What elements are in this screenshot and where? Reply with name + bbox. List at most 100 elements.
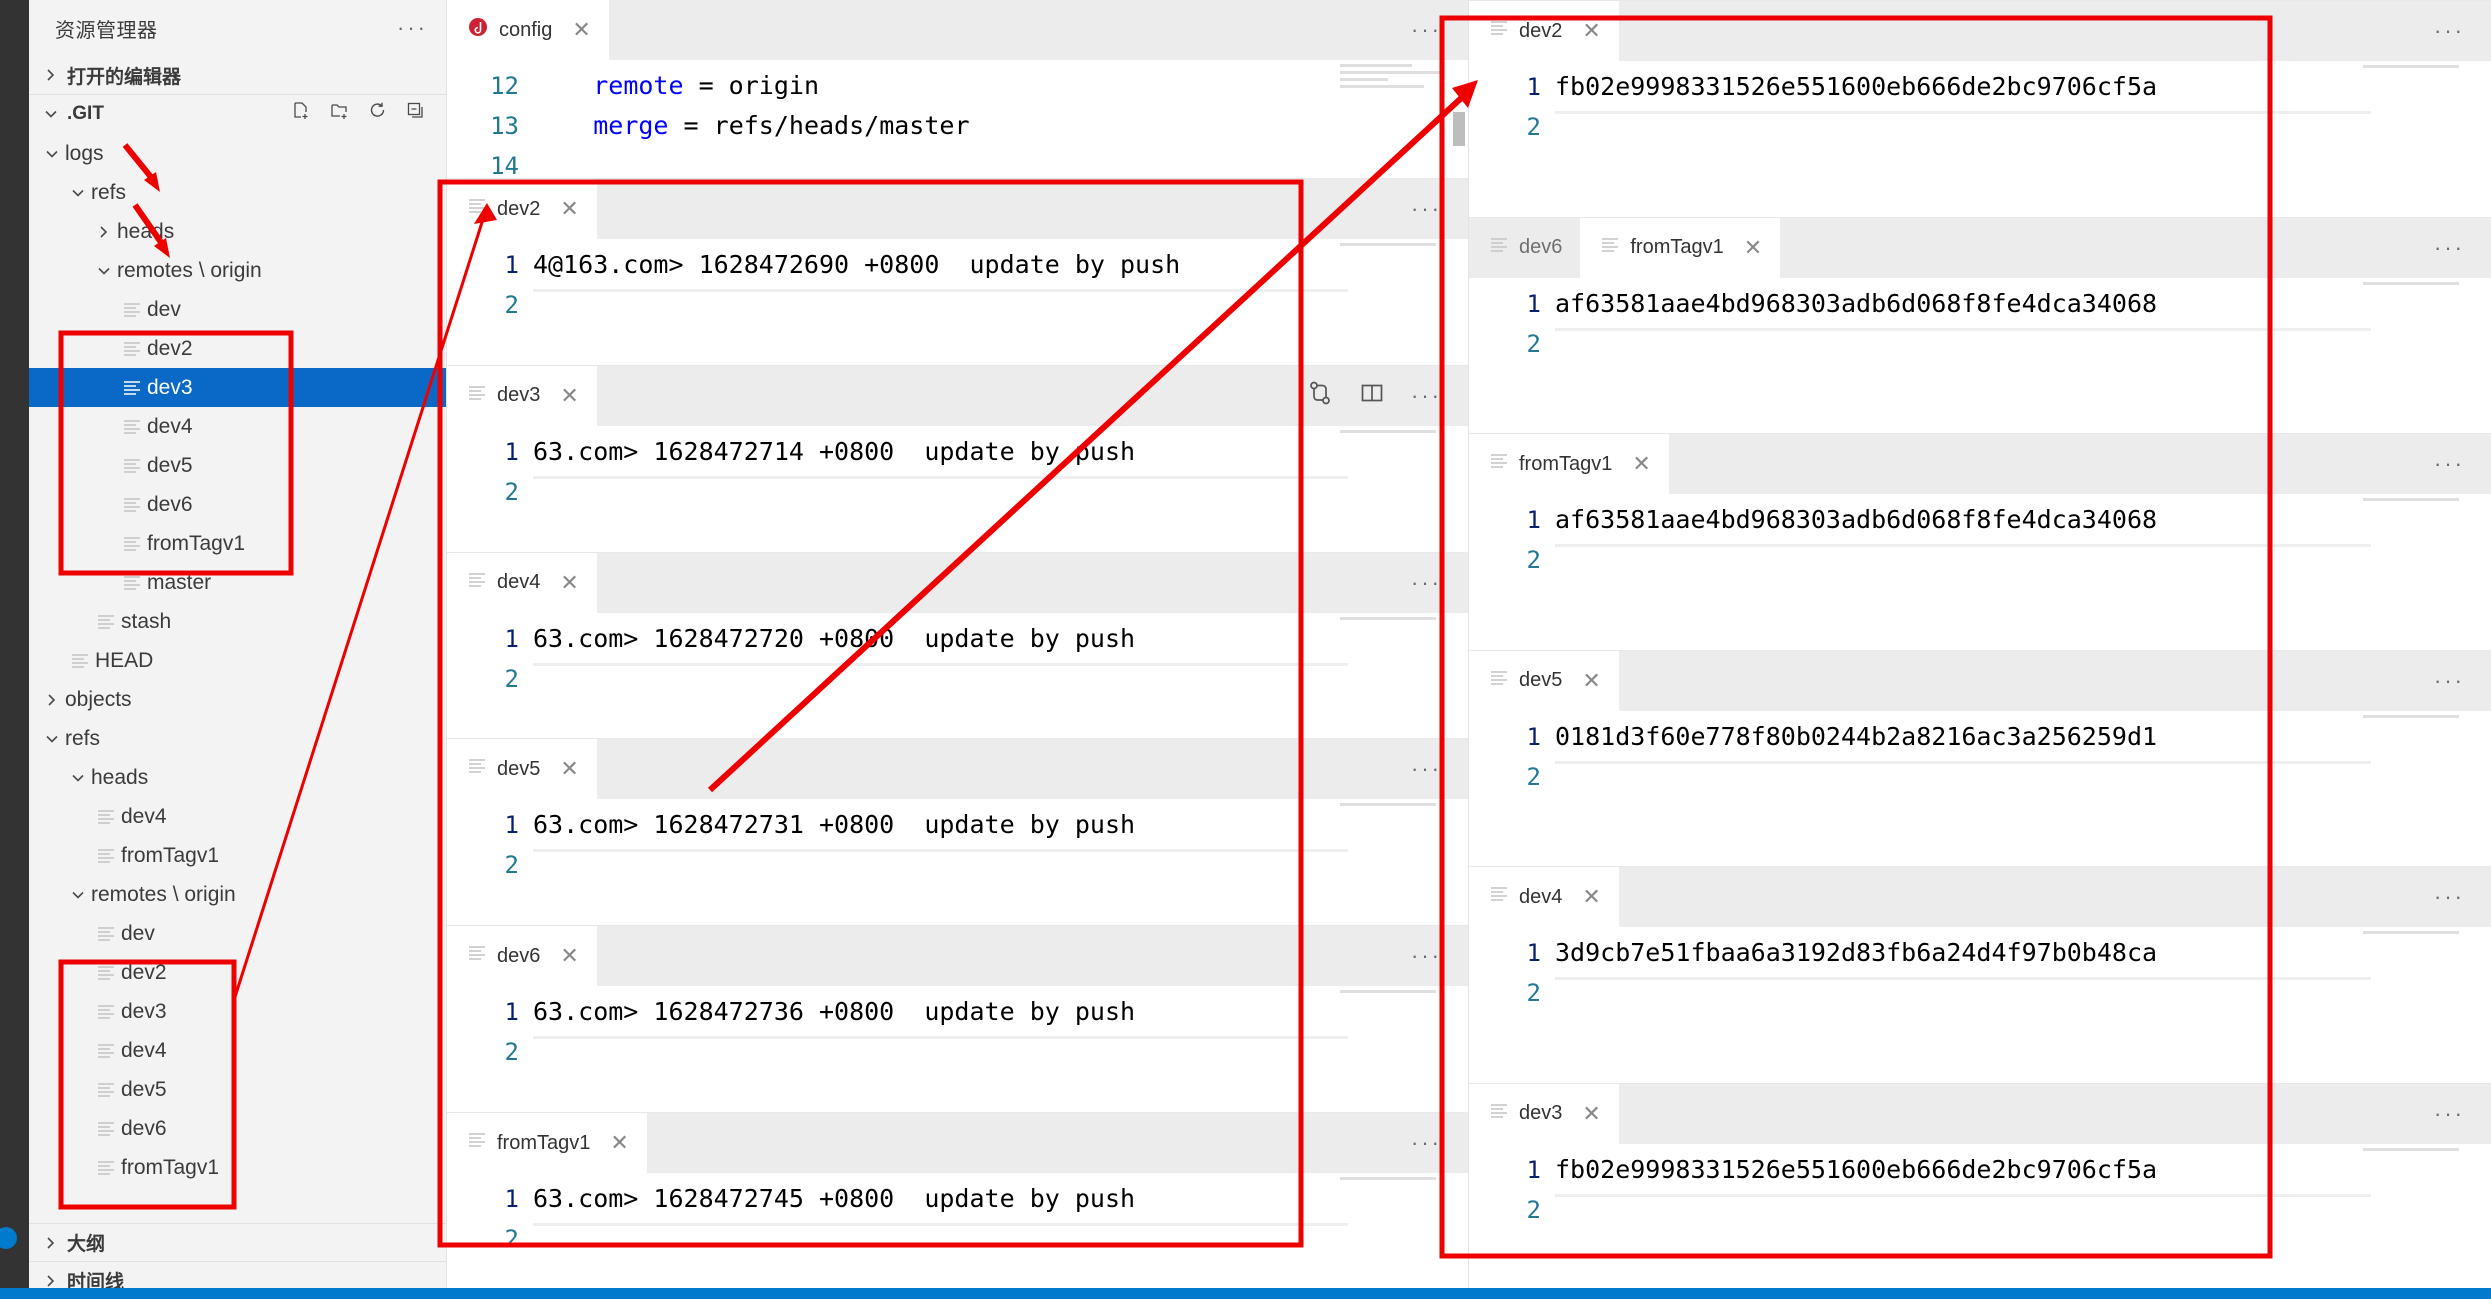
source-control-icon[interactable] [1307,380,1333,411]
sidebar-overflow-icon[interactable]: ··· [397,23,428,33]
code-line[interactable]: af63581aae4bd968303adb6d068f8fe4dca34068 [1555,284,2491,324]
tree-item-refs[interactable]: refs [29,719,446,758]
tree-item-remotes---origin[interactable]: remotes \ origin [29,875,446,914]
refresh-icon[interactable] [368,101,388,127]
tab-dev3[interactable]: dev3✕ [447,366,597,426]
editor-overflow-icon[interactable]: ··· [1411,764,1442,774]
tree-item-dev4[interactable]: dev4 [29,407,446,446]
code-line[interactable]: af63581aae4bd968303adb6d068f8fe4dca34068 [1555,500,2491,540]
code-content[interactable]: 0181d3f60e778f80b0244b2a8216ac3a256259d1 [1555,711,2491,867]
tab-dev6[interactable]: dev6✕ [447,926,597,986]
code-line[interactable]: 3d9cb7e51fbaa6a3192d83fb6a24d4f97b0b48ca [1555,933,2491,973]
tree-item-logs[interactable]: logs [29,134,446,173]
editor-body-dev4[interactable]: 1263.com> 1628472720 +0800 update by pus… [447,613,1468,739]
file-tree[interactable]: logsrefsheadsremotes \ origindevdev2dev3… [29,132,446,1223]
new-file-icon[interactable] [292,101,312,127]
minimap[interactable] [1340,617,1460,627]
code-content[interactable]: af63581aae4bd968303adb6d068f8fe4dca34068 [1555,494,2491,650]
minimap[interactable] [1340,803,1460,813]
tab-dev5[interactable]: dev5✕ [447,739,597,799]
code-line[interactable]: merge = refs/heads/master [533,106,1468,146]
section-open-editors[interactable]: 打开的编辑器 [29,56,446,94]
tree-item-dev3[interactable]: dev3 [29,368,446,407]
tab-dev4[interactable]: dev4✕ [1469,867,1619,927]
editor-overflow-icon[interactable]: ··· [2434,892,2465,902]
tree-item-dev5[interactable]: dev5 [29,446,446,485]
minimap[interactable] [2363,1148,2483,1158]
code-line[interactable]: 63.com> 1628472731 +0800 update by push [533,805,1468,845]
tab-fromTagv1[interactable]: fromTagv1✕ [1469,434,1669,494]
code-content[interactable]: remote = origin merge = refs/heads/maste… [533,60,1468,178]
tree-item-dev5[interactable]: dev5 [29,1070,446,1109]
editor-body-config[interactable]: 121314 remote = origin merge = refs/head… [447,60,1468,178]
tab-config[interactable]: config ✕ [447,0,609,60]
tree-item-remotes---origin[interactable]: remotes \ origin [29,251,446,290]
code-line[interactable]: remote = origin [533,66,1468,106]
tab-dev6[interactable]: dev6 [1469,218,1580,278]
code-content[interactable]: 4@163.com> 1628472690 +0800 update by pu… [533,239,1468,365]
minimap[interactable] [2363,931,2483,941]
code-line[interactable]: 63.com> 1628472714 +0800 update by push [533,432,1468,472]
code-content[interactable]: 63.com> 1628472720 +0800 update by push [533,613,1468,739]
tree-item-dev[interactable]: dev [29,290,446,329]
collapse-all-icon[interactable] [406,101,426,127]
close-icon[interactable]: ✕ [560,572,578,594]
tree-item-refs[interactable]: refs [29,173,446,212]
editor-body-fromTagv1[interactable]: 12af63581aae4bd968303adb6d068f8fe4dca340… [1469,494,2491,650]
tree-item-heads[interactable]: heads [29,758,446,797]
tab-dev3[interactable]: dev3✕ [1469,1084,1619,1144]
vertical-scrollbar[interactable] [1453,112,1465,146]
minimap[interactable] [1340,430,1460,440]
tree-item-dev2[interactable]: dev2 [29,953,446,992]
editor-overflow-icon[interactable]: ··· [1411,1138,1442,1148]
editor-overflow-icon[interactable]: ··· [2434,26,2465,36]
editor-overflow-icon[interactable]: ··· [2434,1109,2465,1119]
tree-item-stash[interactable]: stash [29,602,446,641]
close-icon[interactable]: ✕ [610,1132,628,1154]
editor-overflow-icon[interactable]: ··· [1411,578,1442,588]
minimap[interactable] [1340,243,1460,253]
editor-body-dev6-fromTagv1[interactable]: 12af63581aae4bd968303adb6d068f8fe4dca340… [1469,278,2491,434]
close-icon[interactable]: ✕ [560,945,578,967]
code-content[interactable]: af63581aae4bd968303adb6d068f8fe4dca34068 [1555,278,2491,434]
editor-body-dev2[interactable]: 124@163.com> 1628472690 +0800 update by … [447,239,1468,365]
split-editor-icon[interactable] [1359,380,1385,411]
minimap[interactable] [1340,64,1460,110]
code-line[interactable]: fb02e9998331526e551600eb666de2bc9706cf5a [1555,1150,2491,1190]
close-icon[interactable]: ✕ [1582,886,1600,908]
close-icon[interactable]: ✕ [560,385,578,407]
minimap[interactable] [2363,498,2483,508]
tree-item-dev6[interactable]: dev6 [29,1109,446,1148]
tree-item-dev4[interactable]: dev4 [29,797,446,836]
tree-item-master[interactable]: master [29,563,446,602]
close-icon[interactable]: ✕ [1582,670,1600,692]
tree-item-dev6[interactable]: dev6 [29,485,446,524]
tree-item-objects[interactable]: objects [29,680,446,719]
code-content[interactable]: fb02e9998331526e551600eb666de2bc9706cf5a [1555,1144,2491,1299]
editor-body-dev5[interactable]: 120181d3f60e778f80b0244b2a8216ac3a256259… [1469,711,2491,867]
code-line[interactable]: 63.com> 1628472745 +0800 update by push [533,1179,1468,1219]
tree-item-dev3[interactable]: dev3 [29,992,446,1031]
editor-overflow-icon[interactable]: ··· [1411,204,1442,214]
code-content[interactable]: 3d9cb7e51fbaa6a3192d83fb6a24d4f97b0b48ca [1555,927,2491,1083]
close-icon[interactable]: ✕ [1582,20,1600,42]
editor-overflow-icon[interactable]: ··· [2434,676,2465,686]
close-icon[interactable]: ✕ [560,758,578,780]
editor-overflow-icon[interactable]: ··· [1411,391,1442,401]
minimap[interactable] [2363,65,2483,75]
tab-fromTagv1[interactable]: fromTagv1✕ [1580,218,1780,278]
tree-item-fromtagv1[interactable]: fromTagv1 [29,1148,446,1187]
section-outline[interactable]: 大纲 [29,1223,446,1261]
activity-bar[interactable] [0,0,29,1299]
tree-item-dev2[interactable]: dev2 [29,329,446,368]
close-icon[interactable]: ✕ [560,198,578,220]
code-content[interactable]: 63.com> 1628472736 +0800 update by push [533,986,1468,1112]
code-content[interactable]: 63.com> 1628472745 +0800 update by push [533,1173,1468,1299]
code-content[interactable]: fb02e9998331526e551600eb666de2bc9706cf5a [1555,61,2491,217]
editor-overflow-icon[interactable]: ··· [2434,243,2465,253]
tree-item-dev4[interactable]: dev4 [29,1031,446,1070]
close-icon[interactable]: ✕ [572,19,590,41]
code-line[interactable]: 0181d3f60e778f80b0244b2a8216ac3a256259d1 [1555,717,2491,757]
tab-fromTagv1[interactable]: fromTagv1✕ [447,1113,647,1173]
code-line[interactable]: fb02e9998331526e551600eb666de2bc9706cf5a [1555,67,2491,107]
